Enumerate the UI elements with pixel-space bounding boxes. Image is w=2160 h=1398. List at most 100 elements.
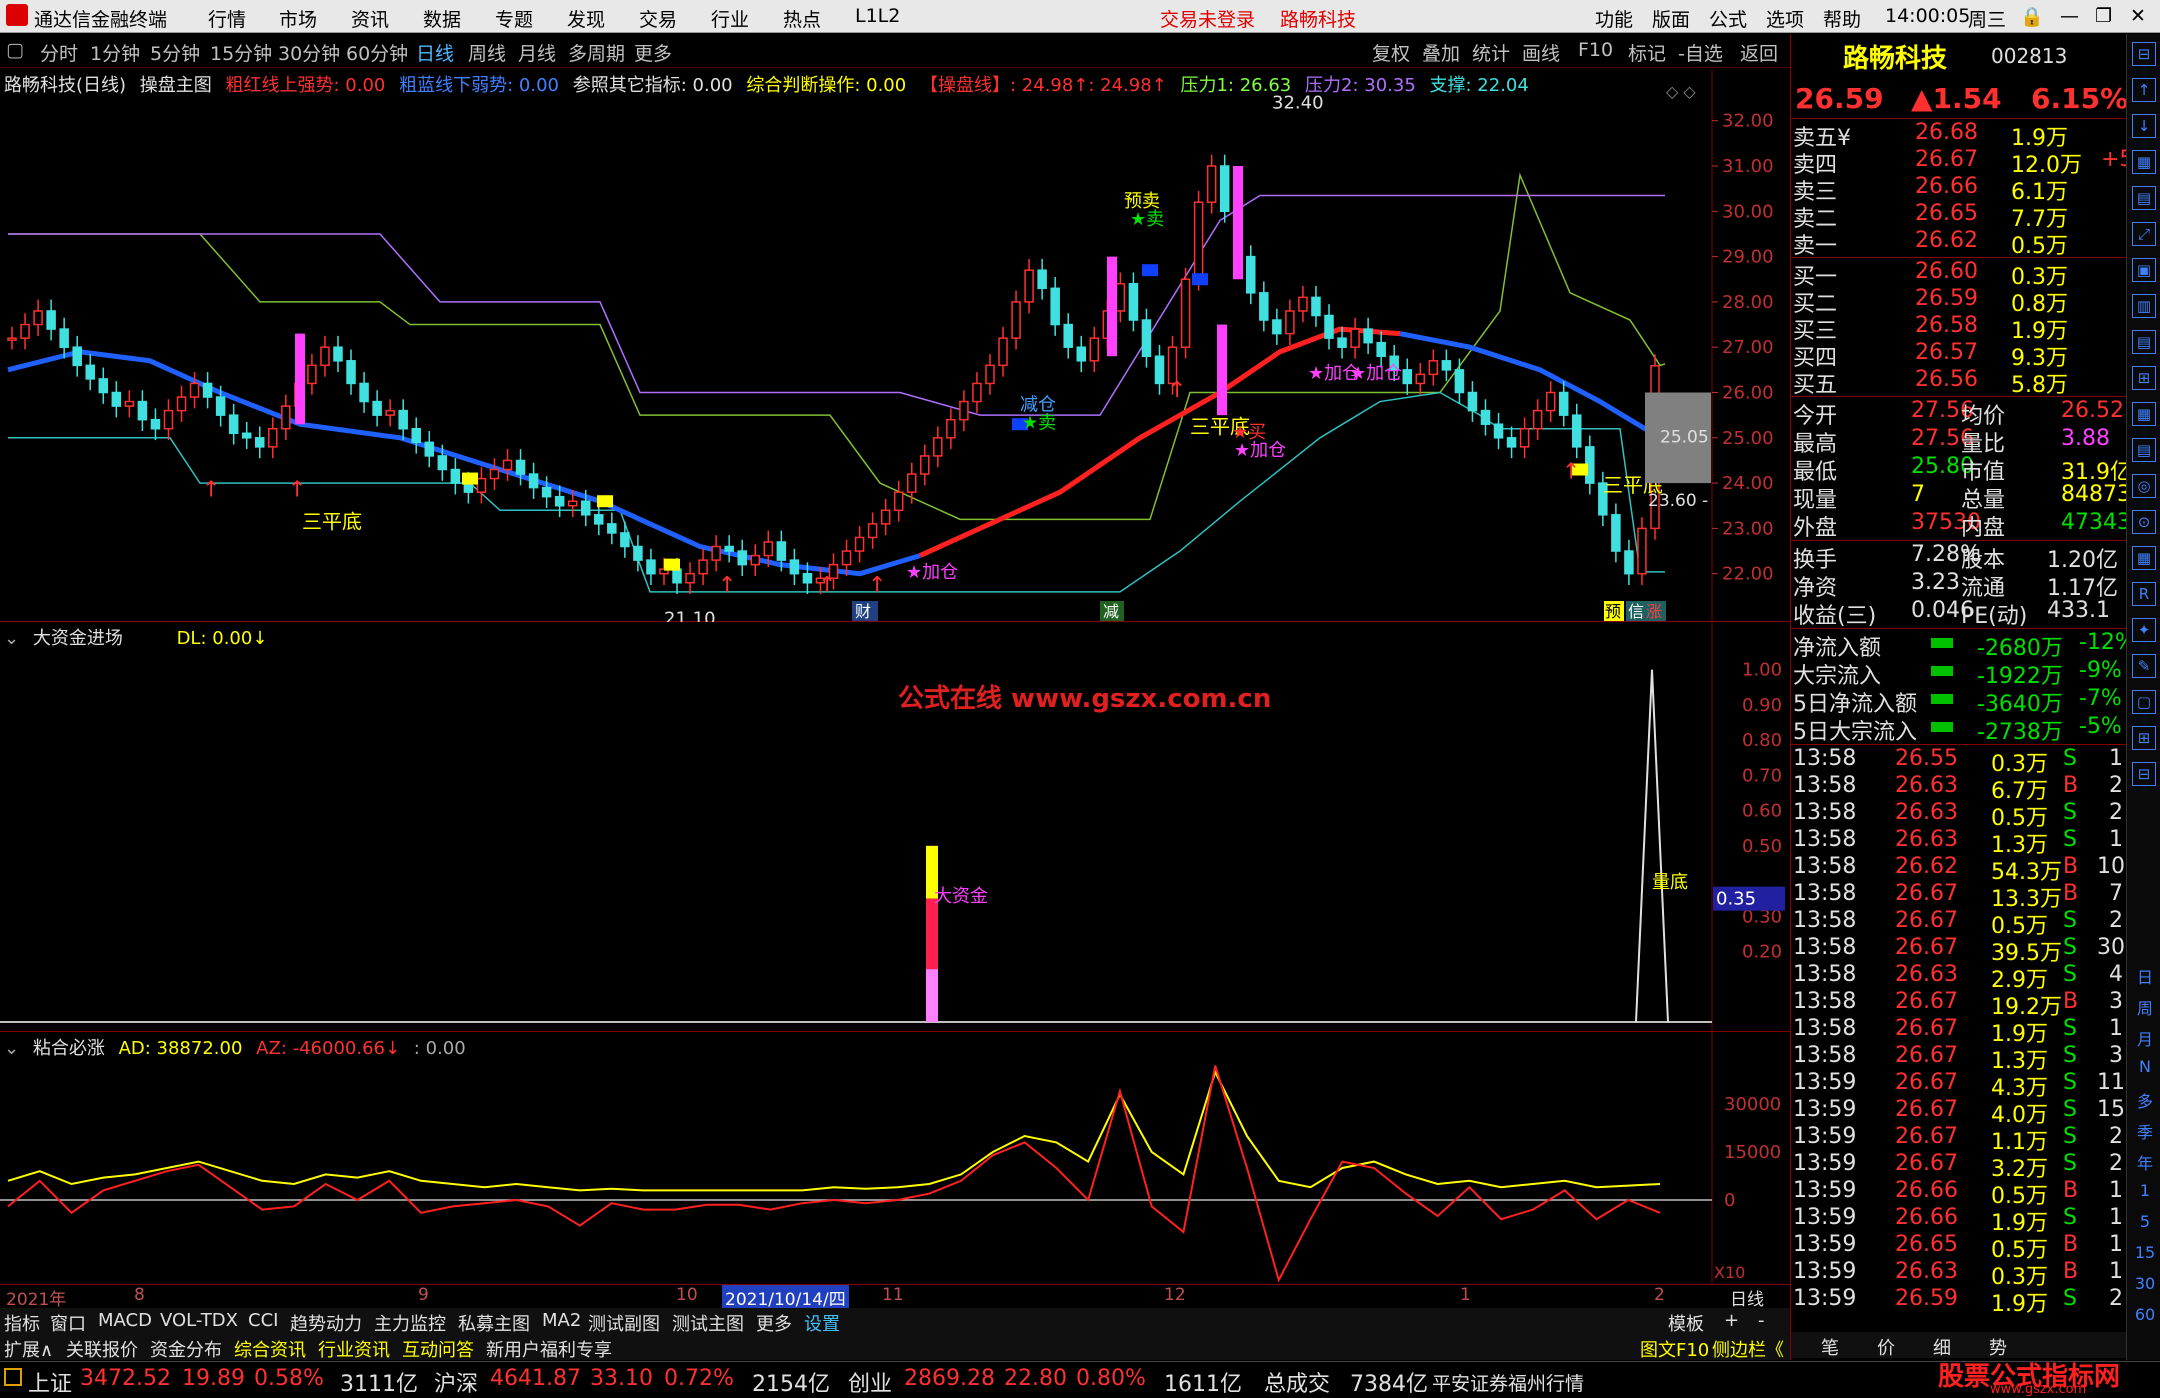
- ask-row[interactable]: 卖四 26.67 12.0万 +5: [1791, 147, 2133, 178]
- btn-diejia[interactable]: 叠加: [1422, 39, 1460, 66]
- period-1min[interactable]: 1分钟: [90, 39, 140, 66]
- period-15min[interactable]: 15分钟: [210, 39, 272, 66]
- bid-row[interactable]: 买五 26.56 5.8万: [1791, 367, 2126, 398]
- side-period-15[interactable]: 15: [2133, 1243, 2157, 1262]
- tab-tuwen[interactable]: 图文F10: [1640, 1336, 1709, 1362]
- side-tool-icon[interactable]: ↓: [2132, 114, 2156, 138]
- side-tool-icon[interactable]: ▤: [2132, 186, 2156, 210]
- menu-item-redian[interactable]: 热点: [783, 5, 821, 32]
- menu-item-hangye[interactable]: 行业: [711, 5, 749, 32]
- tab-cebianlan[interactable]: 侧边栏《: [1712, 1336, 1784, 1362]
- side-tool-icon[interactable]: R: [2132, 582, 2156, 606]
- menu-item-shichang[interactable]: 市场: [279, 5, 317, 32]
- side-period-季[interactable]: 季: [2133, 1119, 2157, 1143]
- side-tool-icon[interactable]: ✦: [2132, 618, 2156, 642]
- status-menu-icon[interactable]: [4, 1368, 22, 1386]
- tab-hangye[interactable]: 行业资讯: [318, 1336, 390, 1362]
- login-status[interactable]: 交易未登录: [1160, 5, 1255, 32]
- side-tool-icon[interactable]: ◎: [2132, 474, 2156, 498]
- stat2-row[interactable]: 换手 7.28% 股本 1.20亿: [1791, 542, 2126, 573]
- menu-bangzhu[interactable]: 帮助: [1823, 5, 1861, 32]
- tick-row[interactable]: 13:59 26.66 1.9万 S 1: [1791, 1205, 2126, 1236]
- side-tool-icon[interactable]: ⊟: [2132, 762, 2156, 786]
- side-tool-icon[interactable]: ↑: [2132, 78, 2156, 102]
- tab-ceshizhu[interactable]: 测试主图: [672, 1310, 744, 1336]
- stat-row[interactable]: 外盘 37530 内盘 47343: [1791, 510, 2131, 541]
- tab-macd[interactable]: MACD: [98, 1310, 152, 1331]
- side-tool-icon[interactable]: ⤢: [2132, 222, 2156, 246]
- flow-row[interactable]: 大宗流入 -1922万 -9%: [1791, 658, 2126, 689]
- tab-zhuli[interactable]: 主力监控: [374, 1310, 446, 1336]
- side-period-1[interactable]: 1: [2133, 1181, 2157, 1200]
- btn-tongji[interactable]: 统计: [1472, 39, 1510, 66]
- bid-row[interactable]: 买二 26.59 0.8万: [1791, 286, 2126, 317]
- stat-row[interactable]: 现量 7 总量 84873: [1791, 482, 2131, 513]
- side-period-周[interactable]: 周: [2133, 995, 2157, 1019]
- period-month[interactable]: 月线: [518, 39, 556, 66]
- menu-banmian[interactable]: 版面: [1652, 5, 1690, 32]
- ask-row[interactable]: 卖二 26.65 7.7万: [1791, 201, 2126, 232]
- tab-muban[interactable]: 模板: [1668, 1310, 1704, 1336]
- side-period-5[interactable]: 5: [2133, 1212, 2157, 1231]
- quote-tab[interactable]: 笔: [1821, 1334, 1839, 1360]
- bigfund-panel[interactable]: ⌄ 大资金进场 DL: 0.00↓ 公式在线 www.gszx.com.cn 1…: [0, 622, 1790, 1032]
- tick-row[interactable]: 13:59 26.66 0.5万 B 1: [1791, 1178, 2126, 1209]
- tick-row[interactable]: 13:58 26.63 2.9万 S 4: [1791, 962, 2126, 993]
- btn-zixuan[interactable]: -自选: [1678, 39, 1723, 66]
- menu-gongshi[interactable]: 公式: [1709, 5, 1747, 32]
- side-tool-icon[interactable]: ▦: [2132, 546, 2156, 570]
- tick-row[interactable]: 13:58 26.67 1.3万 S 3: [1791, 1043, 2126, 1074]
- tab-ceshifu[interactable]: 测试副图: [588, 1310, 660, 1336]
- tab-xinyonghu[interactable]: 新用户福利专享: [486, 1336, 612, 1362]
- menu-item-zixun[interactable]: 资讯: [351, 5, 389, 32]
- lock-icon[interactable]: 🔒: [2020, 5, 2044, 28]
- side-tool-icon[interactable]: ▦: [2132, 402, 2156, 426]
- tick-row[interactable]: 13:59 26.65 0.5万 B 1: [1791, 1232, 2126, 1263]
- stat-row[interactable]: 最高 27.56 量比 3.88: [1791, 426, 2126, 457]
- flow-row[interactable]: 5日大宗流入 -2738万 -5%: [1791, 714, 2126, 745]
- side-period-多[interactable]: 多: [2133, 1088, 2157, 1112]
- tab-gengduo[interactable]: 更多: [756, 1310, 792, 1336]
- menu-item-hangqing[interactable]: 行情: [208, 5, 246, 32]
- idx3-name[interactable]: 创业: [848, 1366, 892, 1398]
- flow-row[interactable]: 5日净流入额 -3640万 -7%: [1791, 686, 2126, 717]
- tab-minus[interactable]: -: [1758, 1310, 1765, 1331]
- tab-plus[interactable]: +: [1724, 1310, 1739, 1331]
- tick-row[interactable]: 13:58 26.67 1.9万 S 1: [1791, 1016, 2126, 1047]
- btn-huaxian[interactable]: 画线: [1522, 39, 1560, 66]
- tab-vol-tdx[interactable]: VOL-TDX: [160, 1310, 238, 1331]
- main-kline-chart[interactable]: 路畅科技(日线) 操盘主图 粗红线上强势: 0.00 粗蓝线下弱势: 0.00 …: [0, 69, 1790, 622]
- collapse-icon[interactable]: ▢: [6, 39, 24, 61]
- side-tool-icon[interactable]: ⊞: [2132, 726, 2156, 750]
- quote-tab[interactable]: 价: [1877, 1334, 1895, 1360]
- menu-item-faxian[interactable]: 发现: [567, 5, 605, 32]
- period-more[interactable]: 更多: [634, 39, 672, 66]
- tab-chuangkou[interactable]: 窗口: [50, 1310, 86, 1336]
- bid-row[interactable]: 买四 26.57 9.3万: [1791, 340, 2126, 371]
- tab-shezhi[interactable]: 设置: [804, 1310, 840, 1336]
- btn-fanhui[interactable]: 返回: [1740, 39, 1778, 66]
- tab-qushi[interactable]: 趋势动力: [290, 1310, 362, 1336]
- ask-row[interactable]: 卖三 26.66 6.1万: [1791, 174, 2126, 205]
- bid-row[interactable]: 买一 26.60 0.3万: [1791, 259, 2126, 290]
- tick-row[interactable]: 13:58 26.67 39.5万 S 30: [1791, 935, 2126, 966]
- ask-row[interactable]: 卖五¥ 26.68 1.9万: [1791, 120, 2126, 151]
- tab-hudong[interactable]: 互动问答: [402, 1336, 474, 1362]
- tab-cci[interactable]: CCI: [248, 1310, 278, 1331]
- idx2-name[interactable]: 沪深: [434, 1366, 478, 1398]
- side-tool-icon[interactable]: ▣: [2132, 258, 2156, 282]
- side-period-日[interactable]: 日: [2133, 964, 2157, 988]
- stat2-row[interactable]: 净资 3.23 流通 1.17亿: [1791, 570, 2126, 601]
- tick-row[interactable]: 13:58 26.63 0.5万 S 2: [1791, 800, 2126, 831]
- tick-row[interactable]: 13:58 26.55 0.3万 S 1: [1791, 746, 2126, 777]
- tab-guanlian[interactable]: 关联报价: [66, 1336, 138, 1362]
- menu-item-shuju[interactable]: 数据: [423, 5, 461, 32]
- tick-row[interactable]: 13:59 26.67 4.3万 S 11: [1791, 1070, 2126, 1101]
- tick-row[interactable]: 13:58 26.67 0.5万 S 2: [1791, 908, 2126, 939]
- side-tool-icon[interactable]: ▦: [2132, 150, 2156, 174]
- tick-row[interactable]: 13:58 26.67 13.3万 B 7: [1791, 881, 2126, 912]
- tab-zijinfenbu[interactable]: 资金分布: [150, 1336, 222, 1362]
- side-tool-icon[interactable]: ⊞: [2132, 366, 2156, 390]
- tick-row[interactable]: 13:58 26.67 19.2万 B 3: [1791, 989, 2126, 1020]
- tab-zonghe[interactable]: 综合资讯: [234, 1336, 306, 1362]
